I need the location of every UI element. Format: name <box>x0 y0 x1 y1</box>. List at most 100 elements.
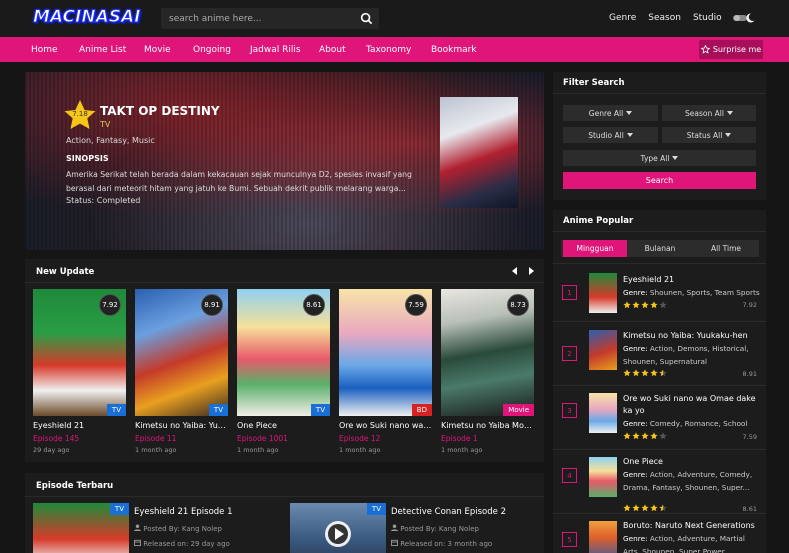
popular-title[interactable]: Eyeshield 21 <box>623 274 757 286</box>
popular-genres: Genre: Action, Demons, Historical, Shoun… <box>623 343 760 368</box>
hero-status: Status: Completed <box>66 196 141 205</box>
episode-posted-text: Posted By: Kang Nolep <box>400 525 479 533</box>
card-episode[interactable]: Episode 1 <box>441 434 534 443</box>
star-icon <box>632 432 640 440</box>
star-icon <box>650 369 658 377</box>
top-link-genre[interactable]: Genre <box>609 13 636 23</box>
hero-score: 7.18 <box>72 110 88 118</box>
tab-bulanan[interactable]: Bulanan <box>627 240 693 257</box>
card-title[interactable]: Eyeshield 21 <box>33 421 126 430</box>
anime-card[interactable]: 7.92 TV Eyeshield 21 Episode 145 29 day … <box>33 289 126 454</box>
star-icon <box>632 369 640 377</box>
tab-all-time[interactable]: All Time <box>693 240 759 257</box>
popular-title[interactable]: Boruto: Naruto Next Generations <box>623 520 757 532</box>
anime-card-thumbnail[interactable]: 8.73 Movie <box>441 289 534 416</box>
calendar-icon <box>134 539 141 546</box>
filter-search-button[interactable]: Search <box>563 172 756 189</box>
carousel-arrows <box>512 267 534 275</box>
card-episode[interactable]: Episode 1001 <box>237 434 330 443</box>
popular-thumbnail[interactable] <box>589 273 617 313</box>
anime-popular-header: Anime Popular <box>553 210 766 232</box>
anime-card[interactable]: 8.61 TV One Piece Episode 1001 1 month a… <box>237 289 330 454</box>
filter-season-dropdown[interactable]: Season All <box>662 105 756 121</box>
anime-card-thumbnail[interactable]: 8.61 TV <box>237 289 330 416</box>
anime-card[interactable]: 8.73 Movie Kimetsu no Yaiba Movie: Mugen… <box>441 289 534 454</box>
card-title[interactable]: Kimetsu no Yaiba Movie: Mugen Ressha-hen <box>441 421 534 430</box>
anime-card[interactable]: 7.59 BD Ore wo Suki nano wa Omae dake ka… <box>339 289 432 454</box>
hero-synopsis-heading: SINOPSIS <box>66 154 109 163</box>
surprise-me-label: Surprise me <box>712 45 762 54</box>
search-icon[interactable] <box>360 12 373 25</box>
episode-title[interactable]: Detective Conan Episode 2 <box>391 507 506 517</box>
card-episode[interactable]: Episode 11 <box>135 434 228 443</box>
anime-card-thumbnail[interactable]: 8.91 TV <box>135 289 228 416</box>
nav-taxonomy[interactable]: Taxonomy <box>366 45 411 55</box>
popular-thumbnail[interactable] <box>589 330 617 370</box>
nav-ongoing[interactable]: Ongoing <box>193 45 231 55</box>
nav-anime-list[interactable]: Anime List <box>79 45 126 55</box>
chevron-left-icon[interactable] <box>512 267 518 275</box>
score-star-icon: 7.18 <box>63 99 97 133</box>
anime-card-thumbnail[interactable]: 7.59 BD <box>339 289 432 416</box>
popular-title[interactable]: One Piece <box>623 456 757 468</box>
nav-movie[interactable]: Movie <box>144 45 171 55</box>
filter-genre-dropdown[interactable]: Genre All <box>563 105 658 121</box>
popular-rank: 1 <box>562 285 577 300</box>
play-icon[interactable] <box>324 520 352 548</box>
popular-item[interactable]: 5 Boruto: Naruto Next Generations Genre:… <box>553 513 766 553</box>
top-link-studio[interactable]: Studio <box>693 13 722 23</box>
popular-item[interactable]: 3 Ore wo Suki nano wa Omae dake ka yo Ge… <box>553 385 766 449</box>
star-outline-icon <box>700 45 710 54</box>
filter-status-dropdown[interactable]: Status All <box>662 127 756 143</box>
tab-mingguan[interactable]: Mingguan <box>563 240 627 257</box>
popular-item[interactable]: 4 One Piece Genre: Action, Adventure, Co… <box>553 449 766 513</box>
hero-genres: Action, Fantasy, Music <box>66 136 155 145</box>
genre-list: Comedy, Romance, School <box>649 419 748 428</box>
episode-terbaru-header: Episode Terbaru <box>25 473 544 497</box>
popular-title[interactable]: Kimetsu no Yaiba: Yuukaku-hen <box>623 330 757 342</box>
hero-title[interactable]: TAKT OP DESTINY <box>100 104 220 118</box>
site-logo[interactable]: MACINASAI <box>32 7 140 28</box>
hero-poster-image[interactable] <box>440 97 518 208</box>
surprise-me-button[interactable]: Surprise me <box>699 40 763 59</box>
popular-item[interactable]: 2 Kimetsu no Yaiba: Yuukaku-hen Genre: A… <box>553 321 766 385</box>
card-title[interactable]: Ore wo Suki nano wa Omae dake ka yo <box>339 421 432 430</box>
star-icon <box>641 504 649 512</box>
card-type-badge: BD <box>411 404 432 416</box>
nav-home[interactable]: Home <box>31 45 58 55</box>
card-episode[interactable]: Episode 12 <box>339 434 432 443</box>
anime-card[interactable]: 8.91 TV Kimetsu no Yaiba: Yuukaku-hen Ep… <box>135 289 228 454</box>
filter-type-dropdown[interactable]: Type All <box>563 150 756 166</box>
episode-thumbnail[interactable]: TV <box>33 503 129 553</box>
filter-studio-dropdown[interactable]: Studio All <box>563 127 658 143</box>
nav-jadwal-rilis[interactable]: Jadwal Rilis <box>250 45 301 55</box>
popular-item[interactable]: 1 Eyeshield 21 Genre: Shounen, Sports, T… <box>553 263 766 321</box>
episode-title[interactable]: Eyeshield 21 Episode 1 <box>134 507 233 517</box>
star-icon <box>659 301 667 309</box>
top-link-season[interactable]: Season <box>648 13 681 23</box>
card-title[interactable]: Kimetsu no Yaiba: Yuukaku-hen <box>135 421 228 430</box>
card-score: 8.91 <box>201 294 223 316</box>
top-header: MACINASAI Genre Season Studio <box>0 0 789 37</box>
popular-thumbnail[interactable] <box>589 393 617 433</box>
chevron-right-icon[interactable] <box>528 267 534 275</box>
anime-card-thumbnail[interactable]: 7.92 TV <box>33 289 126 416</box>
nav-about[interactable]: About <box>319 45 346 55</box>
episode-thumbnail[interactable]: TV <box>290 503 386 553</box>
star-icon <box>659 432 667 440</box>
star-icon <box>641 369 649 377</box>
card-episode[interactable]: Episode 145 <box>33 434 126 443</box>
card-title[interactable]: One Piece <box>237 421 330 430</box>
episode-type-badge: TV <box>366 503 386 515</box>
popular-thumbnail[interactable] <box>589 457 617 497</box>
nav-bookmark[interactable]: Bookmark <box>431 45 477 55</box>
genre-label: Genre: <box>623 344 648 353</box>
featured-hero[interactable]: 7.18 TAKT OP DESTINY TV Action, Fantasy,… <box>25 72 544 250</box>
dark-mode-toggle-icon[interactable] <box>733 12 755 24</box>
popular-score: 8.91 <box>742 370 757 378</box>
popular-thumbnail[interactable] <box>589 521 617 553</box>
popular-title[interactable]: Ore wo Suki nano wa Omae dake ka yo <box>623 393 757 417</box>
search-input[interactable] <box>161 8 351 29</box>
calendar-icon <box>391 539 398 546</box>
card-type-badge: TV <box>106 404 126 416</box>
